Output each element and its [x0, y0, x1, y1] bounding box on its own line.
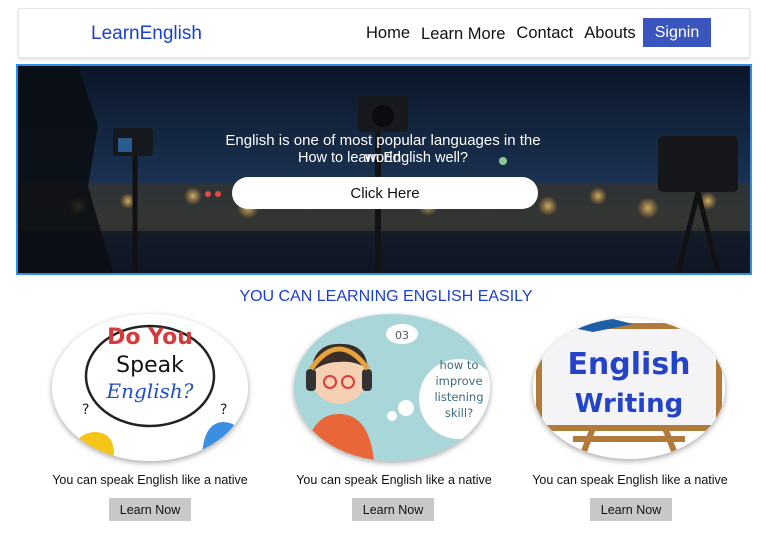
- hero-background-image: [18, 66, 750, 273]
- image-text-03: 03: [395, 329, 409, 342]
- card-image-listening[interactable]: 03 how to improve listening skill?: [294, 314, 490, 461]
- image-text-do-you: Do You: [107, 325, 193, 350]
- image-text-speak: Speak: [116, 353, 184, 378]
- learn-now-button[interactable]: Learn Now: [590, 498, 672, 521]
- svg-text:?: ?: [220, 402, 227, 418]
- card-image-english-writing[interactable]: English Writing: [533, 318, 725, 459]
- image-text-improve: improve: [435, 374, 482, 388]
- main-nav: Home Learn More Contact Abouts: [366, 23, 647, 44]
- signin-button[interactable]: Signin: [643, 18, 711, 47]
- learn-now-button[interactable]: Learn Now: [352, 498, 434, 521]
- click-here-button[interactable]: Click Here: [232, 177, 538, 209]
- brand-logo-link[interactable]: LearnEnglish: [91, 23, 202, 45]
- card-image-speak-english[interactable]: Do You Speak English? ? ?: [52, 314, 248, 461]
- hero-subheadline: How to learn English well?: [297, 150, 469, 166]
- nav-learn-more[interactable]: Learn More: [421, 24, 505, 44]
- section-title: YOU CAN LEARNING ENGLISH EASILY: [239, 288, 533, 305]
- image-text-listening: listening: [434, 390, 483, 404]
- image-text-english: English: [567, 347, 690, 382]
- nav-abouts[interactable]: Abouts: [584, 23, 635, 44]
- hero-banner: English is one of most popular languages…: [16, 64, 752, 275]
- image-text-skill: skill?: [445, 406, 473, 420]
- nav-contact[interactable]: Contact: [516, 23, 573, 44]
- page: LearnEnglish Home Learn More Contact Abo…: [0, 0, 772, 557]
- nav-home[interactable]: Home: [366, 23, 410, 44]
- card-description: You can speak English like a native: [296, 473, 492, 487]
- learn-now-button[interactable]: Learn Now: [109, 498, 191, 521]
- card-description: You can speak English like a native: [532, 473, 728, 487]
- svg-text:?: ?: [82, 402, 89, 418]
- image-text-writing: Writing: [575, 389, 683, 419]
- image-text-english: English?: [106, 379, 194, 403]
- top-navbar: LearnEnglish Home Learn More Contact Abo…: [18, 8, 750, 58]
- image-text-how-to: how to: [440, 358, 479, 372]
- card-description: You can speak English like a native: [52, 473, 248, 487]
